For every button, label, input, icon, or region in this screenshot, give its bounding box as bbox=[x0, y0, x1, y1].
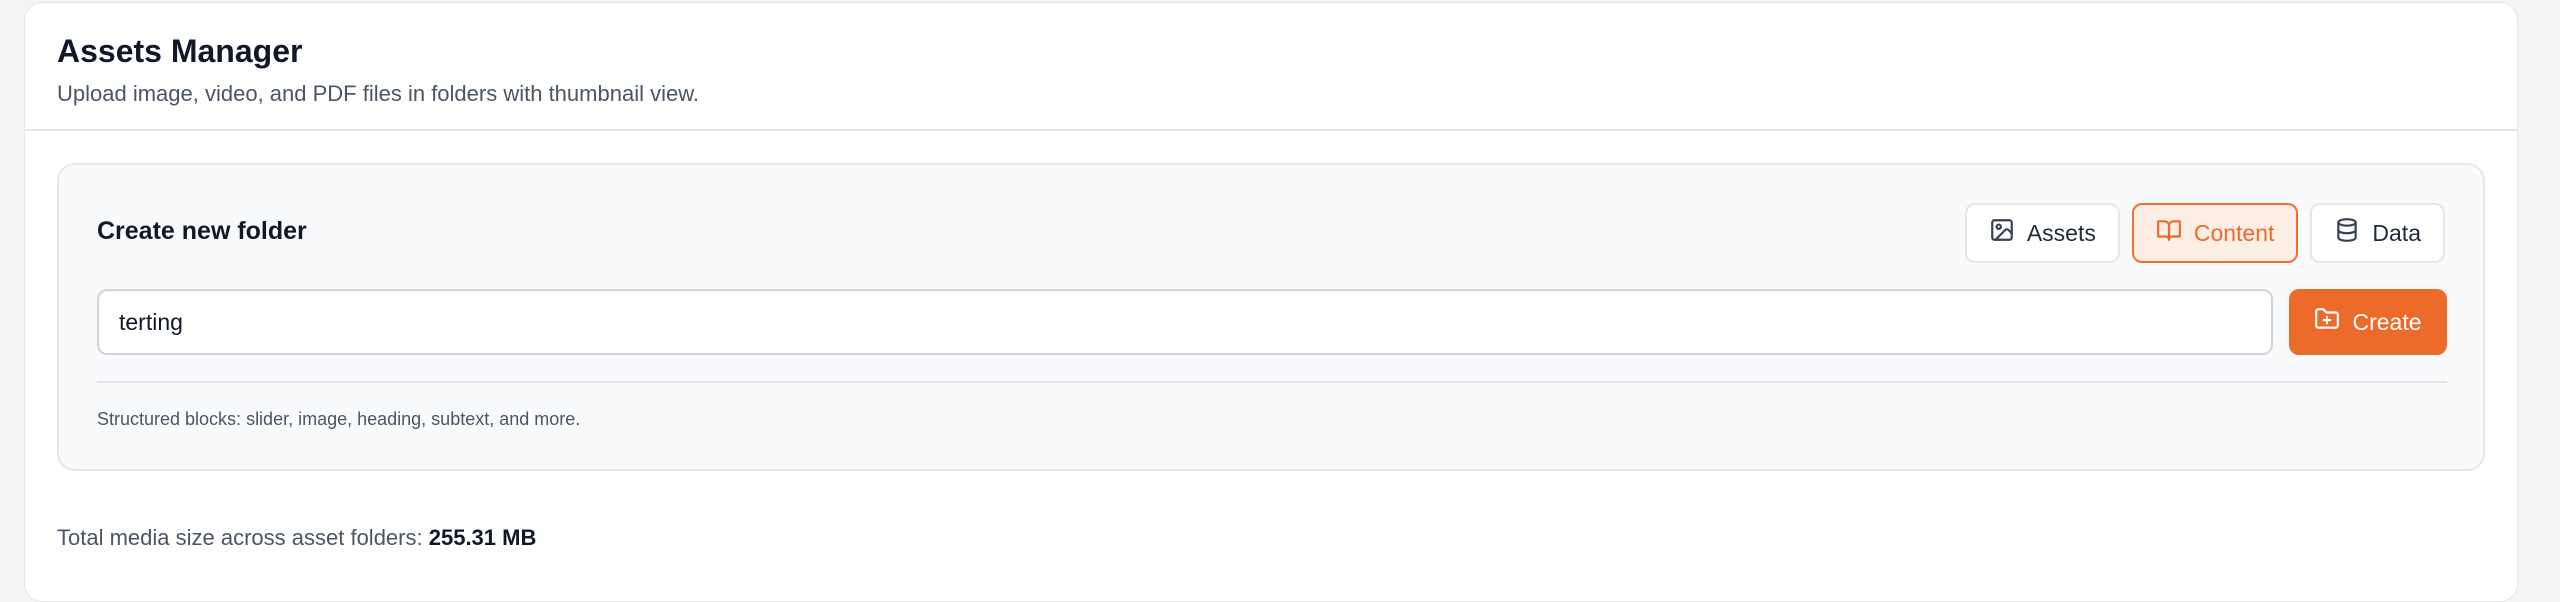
folder-name-input[interactable] bbox=[97, 289, 2273, 355]
folder-type-tabs: Assets Content Data bbox=[1964, 203, 2445, 263]
tab-assets[interactable]: Assets bbox=[1964, 203, 2120, 263]
folder-plus-icon bbox=[2314, 306, 2340, 338]
page-subtitle: Upload image, video, and PDF files in fo… bbox=[57, 81, 699, 106]
book-open-icon bbox=[2156, 217, 2182, 249]
tab-data-label: Data bbox=[2372, 219, 2421, 246]
total-size-label: Total media size across asset folders: bbox=[57, 525, 423, 550]
tab-assets-label: Assets bbox=[2026, 219, 2096, 246]
total-media-size: Total media size across asset folders: 2… bbox=[57, 525, 536, 551]
content-type-hint: Structured blocks: slider, image, headin… bbox=[97, 409, 581, 429]
create-button-label: Create bbox=[2352, 308, 2422, 335]
divider bbox=[97, 381, 2447, 383]
total-size-value: 255.31 MB bbox=[428, 525, 537, 550]
tab-content[interactable]: Content bbox=[2131, 203, 2299, 263]
tab-data[interactable]: Data bbox=[2310, 203, 2445, 263]
page-header: Assets Manager Upload image, video, and … bbox=[25, 3, 2517, 131]
database-icon bbox=[2334, 217, 2360, 249]
image-icon bbox=[1989, 217, 2015, 249]
create-folder-row: Create bbox=[97, 289, 2447, 355]
create-folder-card: Create new folder Assets Content Data te… bbox=[57, 163, 2485, 471]
create-folder-button[interactable]: Create bbox=[2289, 289, 2447, 355]
assets-manager-panel: Assets Manager Upload image, video, and … bbox=[24, 2, 2518, 602]
create-folder-title: Create new folder bbox=[97, 217, 307, 245]
page-title: Assets Manager bbox=[57, 33, 303, 69]
tab-content-label: Content bbox=[2193, 219, 2275, 246]
